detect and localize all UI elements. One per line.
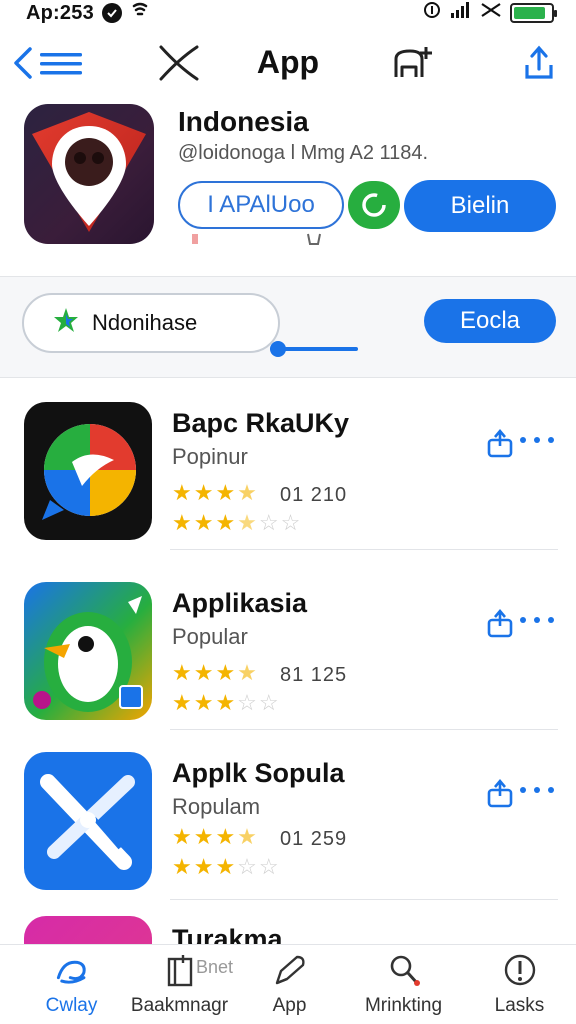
tab-tasks[interactable]: Lasks — [462, 953, 576, 1024]
tab-label: Cwlay — [45, 995, 98, 1016]
no-sim-icon — [480, 1, 502, 25]
back-menu-button[interactable] — [10, 40, 86, 86]
info-icon — [503, 953, 537, 987]
list-item[interactable]: Bapc RkaUKy Popinur ★★★★ 01 210 ★★★★☆☆ — [0, 380, 576, 550]
tab-app[interactable]: App — [232, 953, 347, 1024]
decorative-marks — [190, 232, 340, 246]
star-logo-icon — [52, 306, 80, 340]
pen-icon — [273, 953, 307, 987]
app-category: Popular — [172, 624, 248, 649]
more-options-button[interactable] — [520, 610, 554, 630]
whatsapp-icon — [130, 0, 150, 26]
rating-count: 01 259 — [280, 828, 348, 850]
add-user-icon[interactable] — [390, 40, 436, 86]
app-icon-tools[interactable] — [24, 752, 152, 890]
search-button[interactable]: Eocla — [424, 299, 556, 343]
tab-label: Lasks — [494, 995, 545, 1016]
signal-info-icon — [422, 0, 442, 26]
app-category: Ropulam — [172, 794, 261, 819]
list-item[interactable]: Applk Sopula Ropulam ★★★★ 01 259 ★★★☆☆ — [0, 730, 576, 900]
home-swirl-icon — [55, 953, 89, 987]
share-button[interactable] — [486, 778, 514, 808]
notification-icon — [101, 3, 122, 23]
back-arrow-icon — [14, 47, 32, 79]
rating-stars-secondary: ★★★★☆☆ — [172, 510, 303, 535]
app-icon-chat[interactable] — [24, 402, 152, 540]
app-icon-pink[interactable] — [24, 916, 152, 944]
share-icon — [487, 428, 513, 458]
search-slider-knob[interactable] — [270, 341, 286, 357]
close-icon[interactable] — [156, 40, 202, 86]
status-bar: Ap:253 — [0, 0, 576, 26]
search-value: Ndonihase — [92, 310, 198, 335]
share-icon — [487, 608, 513, 638]
rating-count: 81 125 — [280, 664, 348, 686]
rating-stars-secondary: ★★★☆☆ — [172, 690, 281, 715]
share-icon — [487, 778, 513, 808]
status-time: Ap:253 — [26, 1, 94, 24]
app-name: Bapc RkaUKy — [172, 408, 350, 438]
nav-bar: App — [0, 30, 576, 96]
app-name: Turakma — [172, 924, 283, 944]
page-title: App — [256, 44, 320, 80]
share-button[interactable] — [486, 608, 514, 638]
battery-icon — [510, 3, 557, 23]
list-item[interactable]: Applikasia Popular ★★★★ 81 125 ★★★☆☆ — [0, 560, 576, 730]
rating-count: 01 210 — [280, 484, 348, 506]
more-options-button[interactable] — [520, 780, 554, 800]
list-item[interactable]: Turakma — [0, 900, 576, 944]
search-icon — [387, 953, 421, 987]
search-strip: Ndonihase Eocla — [0, 276, 576, 378]
tab-label: Baakmnagr — [130, 995, 229, 1016]
book-icon — [163, 953, 197, 987]
app-category: Popinur — [172, 444, 248, 469]
search-input[interactable]: Ndonihase — [22, 293, 280, 353]
featured-install-button[interactable]: Bielin — [404, 180, 556, 232]
rating-stars: ★★★★ — [172, 824, 259, 849]
app-icon-bird[interactable] — [24, 582, 152, 720]
hamburger-menu-icon — [40, 53, 82, 75]
featured-app-icon[interactable] — [24, 104, 154, 244]
app-name: Applikasia — [172, 588, 308, 618]
rating-stars: ★★★★ — [172, 660, 259, 685]
rating-stars: ★★★★ — [172, 480, 259, 505]
tab-bar: Cwlay Baakmnagr Bnet App Mrinkting Lasks — [0, 944, 576, 1024]
share-upload-icon[interactable] — [520, 40, 558, 86]
tab-label: App — [272, 995, 307, 1016]
divider — [170, 549, 558, 550]
tab-label: Mrinkting — [364, 995, 443, 1016]
more-options-button[interactable] — [520, 430, 554, 450]
featured-app-subtitle: @loidonoga l Mmg A2 1184. — [178, 142, 429, 164]
refresh-button[interactable] — [348, 181, 400, 229]
signal-icon — [450, 1, 472, 25]
featured-app-name: Indonesia — [178, 106, 309, 137]
tab-overlay-text: Bnet — [196, 957, 234, 977]
share-button[interactable] — [486, 428, 514, 458]
tab-marketing[interactable]: Mrinkting — [346, 953, 461, 1024]
tab-today[interactable]: Cwlay — [14, 953, 129, 1024]
featured-secondary-button[interactable]: I APAlUoo — [178, 181, 344, 229]
app-name: Applk Sopula — [172, 758, 345, 788]
rating-stars-secondary: ★★★☆☆ — [172, 854, 281, 879]
refresh-icon — [362, 193, 386, 217]
